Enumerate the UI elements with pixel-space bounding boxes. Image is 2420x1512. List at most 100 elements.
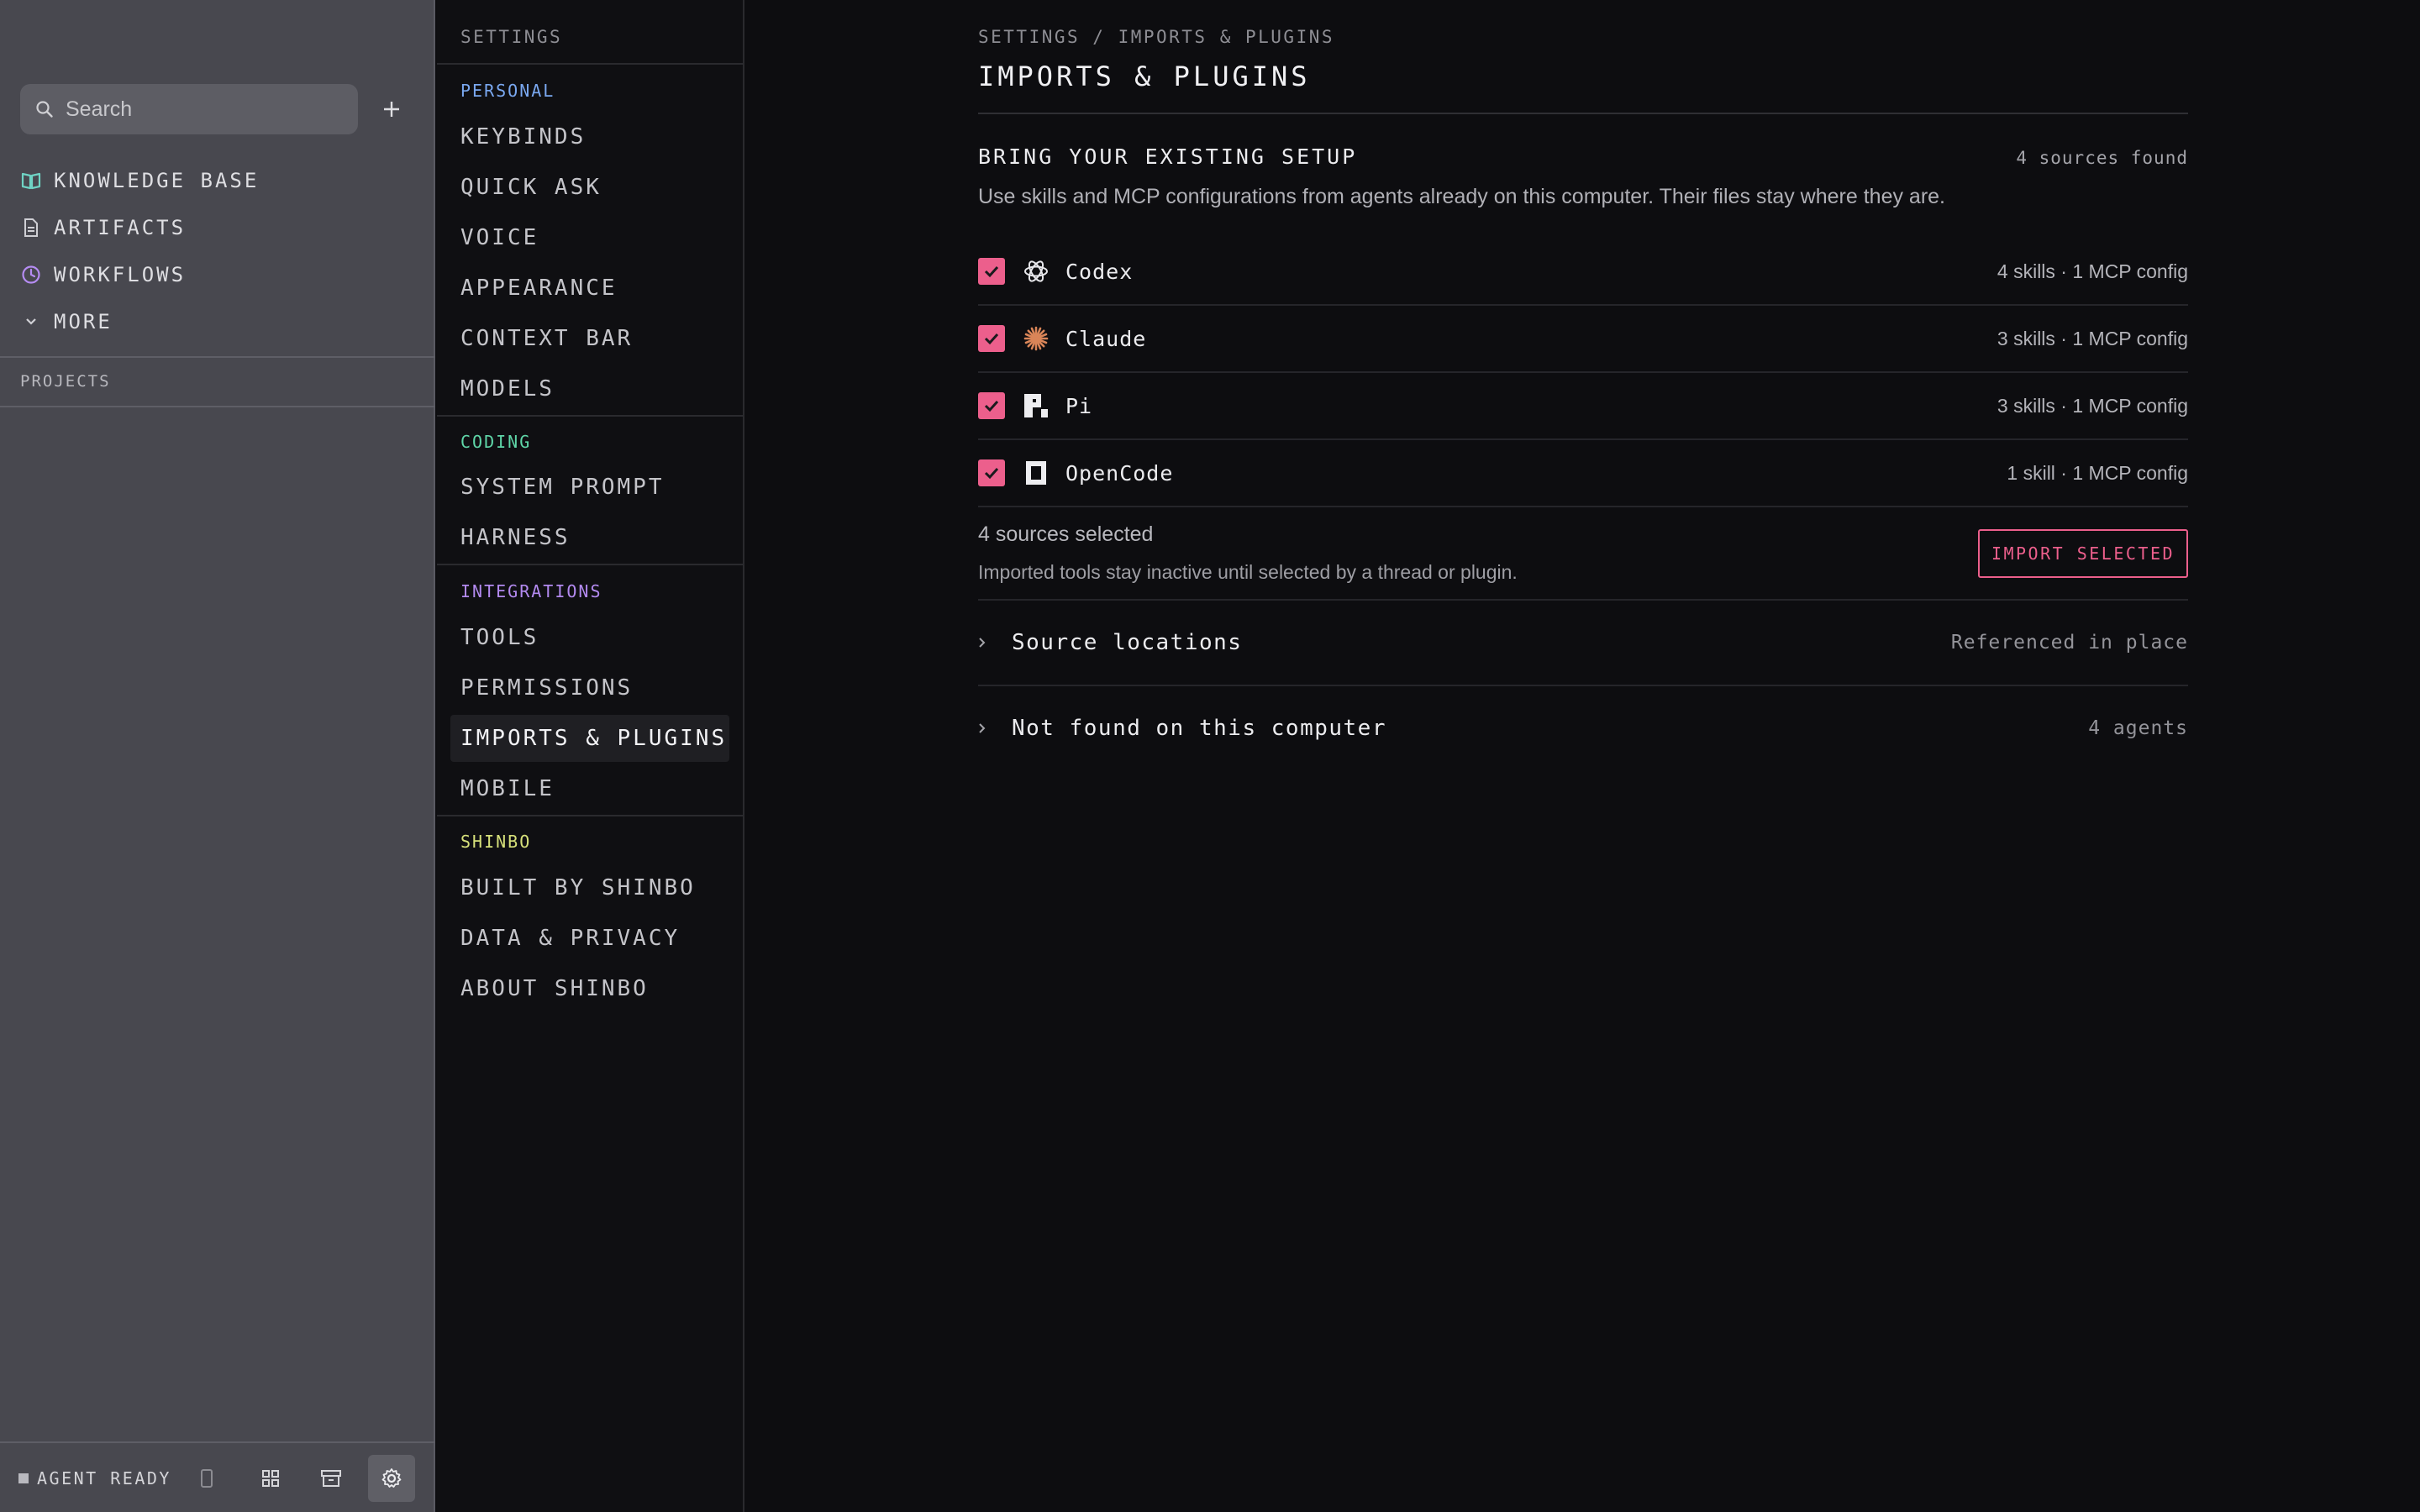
divider — [437, 564, 743, 565]
source-name: Claude — [1065, 326, 1147, 351]
divider — [437, 415, 743, 417]
source-meta: 3 skills · 1 MCP config — [1996, 327, 2188, 349]
source-row-pi: Pi 3 skills · 1 MCP config — [978, 373, 2188, 440]
settings-item-system-prompt[interactable]: SYSTEM PROMPT — [450, 464, 729, 511]
settings-item-harness[interactable]: HARNESS — [450, 514, 729, 561]
new-thread-button[interactable] — [378, 94, 405, 124]
phone-icon — [201, 1469, 213, 1488]
checkmark-icon — [984, 400, 999, 412]
sources-found-count: 4 sources found — [2016, 148, 2188, 168]
settings-heading: SETTINGS — [460, 27, 563, 47]
nav-label: ARTIFACTS — [54, 216, 187, 239]
agent-status-label: AGENT READY — [37, 1468, 171, 1488]
expander-label: Source locations — [1012, 630, 1243, 655]
chevron-down-icon — [20, 311, 42, 333]
source-checkbox[interactable] — [978, 392, 1005, 419]
settings-item-about-shinbo[interactable]: ABOUT SHINBO — [450, 965, 729, 1012]
settings-item-keybinds[interactable]: KEYBINDS — [450, 113, 729, 160]
selected-note: Imported tools stay inactive until selec… — [978, 561, 1518, 583]
source-name: Codex — [1065, 259, 1134, 284]
status-indicator — [18, 1473, 29, 1483]
divider — [978, 685, 2188, 686]
plus-icon — [384, 102, 399, 117]
expander-meta: Referenced in place — [1950, 632, 2188, 654]
section-description: Use skills and MCP configurations from a… — [978, 185, 1946, 208]
selected-count: 4 sources selected — [978, 522, 1154, 546]
nav-more[interactable]: MORE — [20, 305, 113, 339]
settings-button[interactable] — [368, 1455, 415, 1502]
settings-item-quick-ask[interactable]: QUICK ASK — [450, 164, 729, 211]
checkmark-icon — [984, 333, 999, 345]
nav-label: MORE — [54, 310, 113, 333]
settings-item-built-by-shinbo[interactable]: BUILT BY SHINBO — [450, 864, 729, 911]
source-locations-expander[interactable]: Source locations Referenced in place — [978, 622, 2188, 663]
book-icon — [20, 170, 42, 192]
expander-label: Not found on this computer — [1012, 716, 1386, 741]
document-icon — [20, 217, 42, 239]
gear-icon — [381, 1468, 402, 1488]
group-integrations: INTEGRATIONS — [460, 581, 602, 601]
nav-label: KNOWLEDGE BASE — [54, 169, 260, 192]
source-row-claude: Claude 3 skills · 1 MCP config — [978, 306, 2188, 373]
import-selected-button[interactable]: IMPORT SELECTED — [1978, 529, 2188, 578]
left-sidebar: Search KNOWLEDGE BASE ARTIFACTS WORKFLOW… — [0, 0, 435, 1512]
checkmark-icon — [984, 467, 999, 480]
claude-starburst-icon — [1022, 324, 1050, 353]
source-meta: 3 skills · 1 MCP config — [1996, 394, 2188, 417]
source-row-opencode: OpenCode 1 skill · 1 MCP config — [978, 440, 2188, 507]
source-checkbox[interactable] — [978, 459, 1005, 486]
search-placeholder: Search — [66, 97, 133, 121]
source-row-codex: Codex 4 skills · 1 MCP config — [978, 239, 2188, 306]
group-shinbo: SHINBO — [460, 832, 532, 852]
nav-knowledge-base[interactable]: KNOWLEDGE BASE — [20, 164, 259, 197]
settings-nav: SETTINGS PERSONAL KEYBINDS QUICK ASK VOI… — [437, 0, 744, 1512]
settings-item-imports-plugins[interactable]: IMPORTS & PLUGINS — [450, 715, 729, 762]
expander-meta: 4 agents — [2088, 717, 2188, 739]
grid-icon — [262, 1470, 279, 1487]
settings-item-permissions[interactable]: PERMISSIONS — [450, 664, 729, 711]
nav-workflows[interactable]: WORKFLOWS — [20, 258, 186, 291]
divider — [437, 63, 743, 65]
settings-item-tools[interactable]: TOOLS — [450, 614, 729, 661]
group-personal: PERSONAL — [460, 81, 555, 101]
source-checkbox[interactable] — [978, 325, 1005, 352]
source-checkbox[interactable] — [978, 258, 1005, 285]
search-icon — [35, 100, 54, 118]
nav-label: WORKFLOWS — [54, 263, 187, 286]
settings-item-models[interactable]: MODELS — [450, 365, 729, 412]
settings-item-voice[interactable]: VOICE — [450, 214, 729, 261]
clock-icon — [20, 264, 42, 286]
settings-item-data-privacy[interactable]: DATA & PRIVACY — [450, 915, 729, 962]
breadcrumb: SETTINGS / IMPORTS & PLUGINS — [978, 27, 1335, 47]
openai-icon — [1022, 257, 1050, 286]
archive-button[interactable] — [308, 1455, 355, 1502]
source-meta: 1 skill · 1 MCP config — [2007, 461, 2188, 484]
main-content: SETTINGS / IMPORTS & PLUGINS IMPORTS & P… — [978, 0, 2188, 1512]
archive-icon — [321, 1470, 341, 1487]
grid-button[interactable] — [247, 1455, 294, 1502]
settings-item-mobile[interactable]: MOBILE — [450, 765, 729, 812]
chevron-right-icon — [978, 722, 990, 734]
not-found-expander[interactable]: Not found on this computer 4 agents — [978, 708, 2188, 748]
sidebar-footer: AGENT READY — [0, 1441, 435, 1512]
section-title: BRING YOUR EXISTING SETUP — [978, 144, 1358, 169]
checkmark-icon — [984, 265, 999, 278]
nav-artifacts[interactable]: ARTIFACTS — [20, 211, 186, 244]
opencode-logo-icon — [1022, 459, 1050, 487]
divider — [0, 356, 435, 358]
mobile-button[interactable] — [183, 1455, 230, 1502]
divider — [978, 113, 2188, 114]
source-name: Pi — [1065, 393, 1093, 418]
source-meta: 4 skills · 1 MCP config — [1996, 260, 2188, 282]
divider — [0, 406, 435, 407]
settings-item-context-bar[interactable]: CONTEXT BAR — [450, 315, 729, 362]
projects-heading: PROJECTS — [20, 372, 111, 391]
divider — [978, 599, 2188, 601]
source-name: OpenCode — [1065, 460, 1174, 486]
page-title: IMPORTS & PLUGINS — [978, 60, 1311, 92]
pi-logo-icon — [1022, 391, 1050, 420]
chevron-right-icon — [978, 637, 990, 648]
settings-item-appearance[interactable]: APPEARANCE — [450, 265, 729, 312]
group-coding: CODING — [460, 432, 532, 452]
search-input[interactable]: Search — [20, 84, 358, 134]
